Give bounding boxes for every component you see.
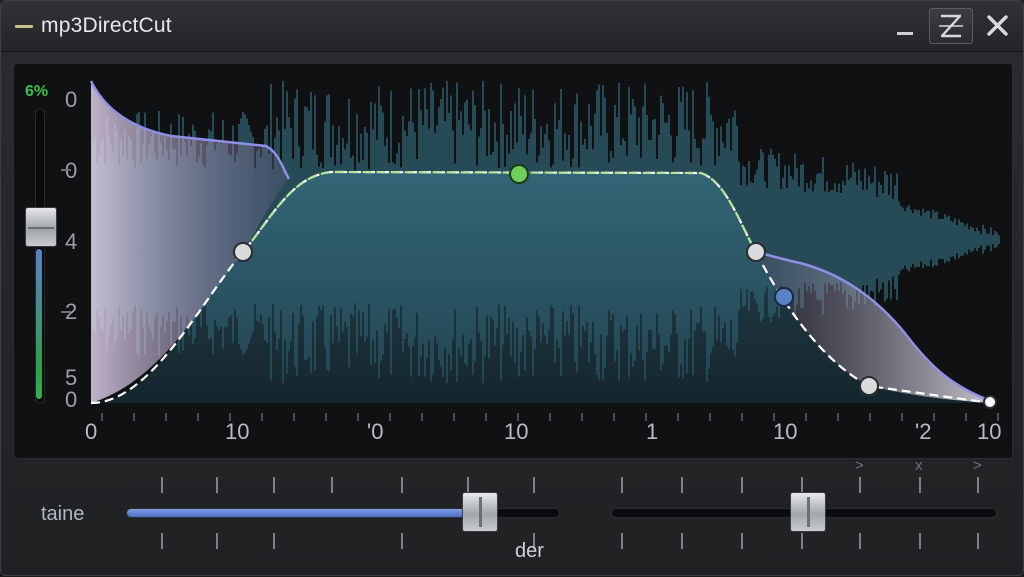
right-slider-thumb[interactable]	[790, 492, 826, 532]
marker-glyph: x	[915, 457, 923, 474]
time-label: 10	[504, 419, 529, 444]
time-tick	[197, 413, 199, 421]
gain-slider-fill	[36, 249, 42, 399]
controls-area: > x > taine der	[1, 457, 1023, 575]
marker-glyph: >	[973, 457, 982, 474]
time-tick	[805, 413, 807, 421]
envelope-end-node[interactable]	[983, 395, 997, 409]
time-label: 1	[646, 419, 659, 444]
marker-glyph: >	[855, 457, 864, 474]
envelope-node-active[interactable]	[509, 164, 529, 184]
left-slider-label: taine	[41, 503, 85, 525]
scale-tick	[801, 533, 803, 549]
scale-tick	[273, 533, 275, 549]
time-tick	[261, 413, 263, 421]
time-tick	[613, 413, 615, 421]
gain-slider-thumb[interactable]	[25, 207, 57, 247]
time-tick	[837, 413, 839, 421]
time-tick	[869, 413, 871, 421]
scale-label: 0	[65, 87, 78, 112]
scale-tick	[859, 533, 861, 549]
time-tick	[101, 413, 103, 421]
time-tick	[709, 413, 711, 421]
scale-tick	[273, 477, 275, 493]
scale-tick	[401, 533, 403, 549]
time-tick	[453, 413, 455, 421]
scale-dash	[61, 169, 71, 171]
envelope-node[interactable]	[746, 242, 766, 262]
scale-tick	[681, 477, 683, 493]
scale-tick	[681, 533, 683, 549]
time-tick	[133, 413, 135, 421]
scale-label: 0	[65, 387, 78, 412]
time-tick	[293, 413, 295, 421]
time-tick	[325, 413, 327, 421]
time-tick	[901, 413, 903, 421]
scale-tick	[741, 533, 743, 549]
scale-label: 0	[65, 158, 78, 183]
scale-tick	[977, 477, 979, 493]
scale-tick	[859, 477, 861, 493]
scale-tick	[741, 477, 743, 493]
time-tick	[741, 413, 743, 421]
scale-tick	[801, 477, 803, 493]
time-tick	[389, 413, 391, 421]
scale-tick	[331, 477, 333, 493]
time-tick	[965, 413, 967, 421]
scale-tick	[621, 533, 623, 549]
scale-tick	[533, 477, 535, 493]
time-tick	[549, 413, 551, 421]
gain-percent-label: 6%	[25, 83, 49, 100]
time-tick	[485, 413, 487, 421]
scale-tick	[216, 533, 218, 549]
time-label: 10	[773, 419, 798, 444]
scale-tick	[919, 533, 921, 549]
envelope-node-selected[interactable]	[774, 287, 794, 307]
time-label: 0	[85, 419, 98, 444]
time-tick	[421, 413, 423, 421]
time-tick	[357, 413, 359, 421]
left-slider-fill	[127, 509, 480, 517]
scale-tick	[467, 477, 469, 493]
time-label: 10	[225, 419, 250, 444]
scale-tick	[919, 477, 921, 493]
scale-tick	[161, 533, 163, 549]
app-window: mp3DirectCut 6% 0 0 4 2 5 0 0 10 '0 10 1…	[0, 0, 1024, 576]
scale-tick	[216, 477, 218, 493]
scale-tick	[621, 477, 623, 493]
time-tick	[165, 413, 167, 421]
envelope-node[interactable]	[859, 376, 879, 396]
scale-tick	[161, 477, 163, 493]
time-tick	[677, 413, 679, 421]
envelope-node[interactable]	[233, 242, 253, 262]
time-tick	[933, 413, 935, 421]
left-slider-value: der	[515, 540, 544, 562]
left-slider-thumb[interactable]	[462, 492, 498, 532]
time-label: '0	[367, 419, 384, 444]
time-label: 10	[977, 419, 1002, 444]
scale-tick	[977, 533, 979, 549]
scale-dash	[61, 311, 71, 313]
time-label: '2	[915, 419, 932, 444]
time-tick	[581, 413, 583, 421]
scale-label: 4	[65, 229, 78, 254]
scale-tick	[401, 477, 403, 493]
